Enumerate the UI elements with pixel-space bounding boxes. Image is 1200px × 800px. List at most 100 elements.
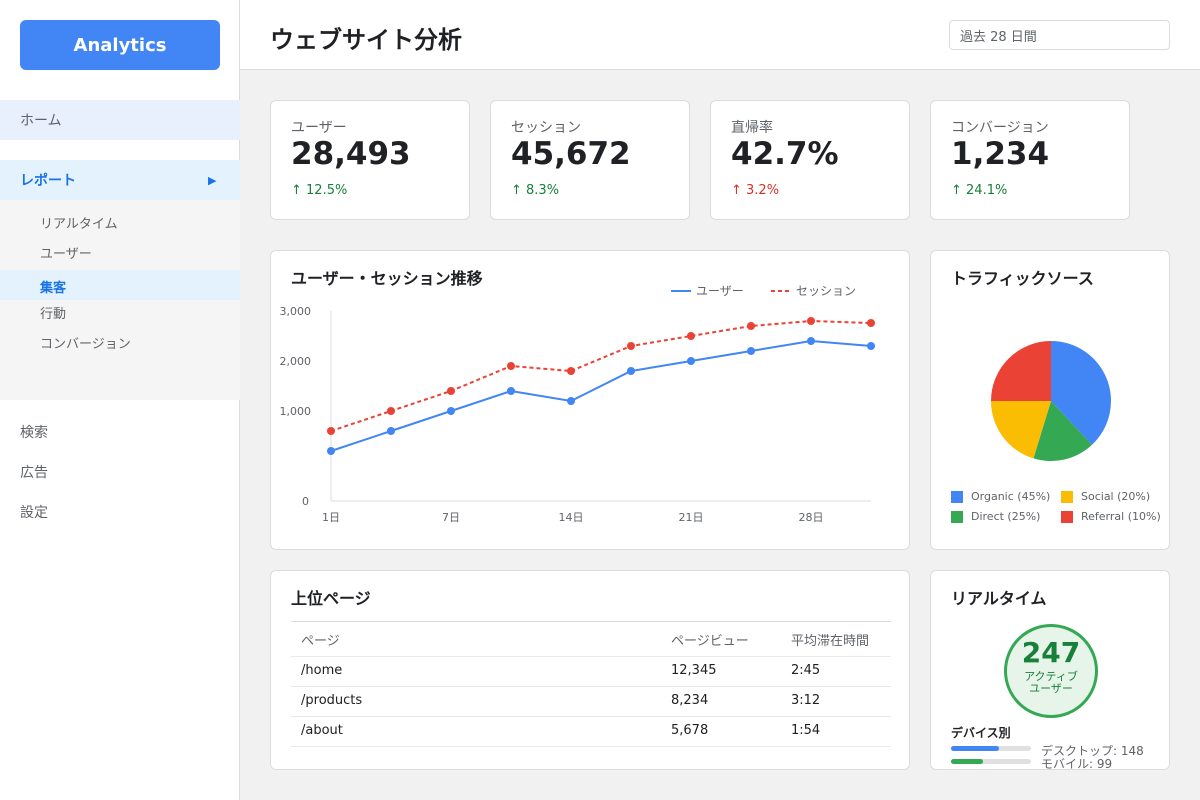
kpi-card-sessions: セッション 45,672 ↑ 8.3% — [490, 100, 690, 220]
legend-item-social: Social (20%) — [1061, 490, 1150, 503]
legend-item-direct: Direct (25%) — [951, 510, 1040, 523]
pie-slice — [991, 341, 1051, 401]
submenu-item-conversion[interactable]: コンバージョン — [40, 333, 131, 352]
x-tick-label: 21日 — [679, 511, 704, 524]
data-point — [807, 317, 815, 325]
data-point — [807, 337, 815, 345]
data-point — [507, 387, 515, 395]
kpi-card-conversions: コンバージョン 1,234 ↑ 24.1% — [930, 100, 1130, 220]
table-row[interactable]: /products 8,234 3:12 — [291, 687, 891, 717]
series-line-1 — [330, 319, 872, 432]
legend-label: セッション — [796, 284, 856, 298]
top-pages-title: 上位ページ — [291, 589, 371, 608]
y-tick-label: 0 — [302, 495, 309, 508]
y-tick-label: 1,000 — [280, 405, 312, 418]
devices-title: デバイス別 — [951, 726, 1011, 740]
data-point — [447, 387, 455, 395]
legend-swatch — [1061, 490, 1073, 503]
device-bar-fill — [951, 759, 983, 764]
x-tick-label: 7日 — [442, 511, 460, 524]
kpi-label: ユーザー — [291, 120, 347, 136]
cell-pageviews: 5,678 — [671, 723, 709, 738]
active-users-label: アクティブ ユーザー — [1007, 671, 1095, 695]
active-users-label-line: ユーザー — [1029, 682, 1073, 695]
kpi-card-users: ユーザー 28,493 ↑ 12.5% — [270, 100, 470, 220]
device-bar-mobile — [951, 759, 1031, 764]
active-users-count: 247 — [1021, 636, 1081, 669]
sidebar-item-home[interactable]: ホーム — [0, 100, 240, 140]
sidebar: Analytics ホーム レポート ▶ リアルタイム ユーザー 集客 行動 コ… — [0, 0, 240, 800]
sidebar-item-label: ホーム — [20, 113, 62, 129]
series-line-0 — [330, 339, 872, 452]
cell-avg-time: 2:45 — [791, 663, 821, 678]
kpi-card-bounce-rate: 直帰率 42.7% ↑ 3.2% — [710, 100, 910, 220]
cell-avg-time: 1:54 — [791, 723, 821, 738]
kpi-value: 42.7% — [731, 136, 839, 172]
x-tick-label: 1日 — [322, 511, 340, 524]
data-point — [507, 362, 515, 370]
data-point — [567, 397, 575, 405]
chevron-right-icon: ▶ — [208, 174, 217, 187]
sidebar-item-settings[interactable]: 設定 — [20, 502, 48, 522]
legend-label: Direct (25%) — [971, 510, 1041, 523]
kpi-label: 直帰率 — [731, 120, 773, 136]
sidebar-item-report[interactable]: レポート ▶ — [0, 160, 240, 200]
sidebar-item-label: レポート — [20, 173, 76, 189]
column-header-page: ページ — [301, 634, 340, 649]
realtime-title: リアルタイム — [951, 589, 1047, 608]
column-header-pageviews: ページビュー — [671, 634, 749, 649]
device-label-mobile: モバイル: 99 — [1041, 757, 1113, 770]
x-tick-label: 14日 — [559, 511, 584, 524]
date-range-input[interactable] — [949, 20, 1170, 50]
data-point — [327, 427, 335, 435]
submenu-item-behavior[interactable]: 行動 — [40, 303, 66, 322]
cell-pageviews: 8,234 — [671, 693, 709, 708]
kpi-delta: ↑ 24.1% — [951, 183, 1008, 198]
legend-label: ユーザー — [696, 284, 744, 298]
submenu-item-acquisition[interactable]: 集客 — [0, 270, 240, 300]
data-point — [627, 342, 635, 350]
data-point — [867, 342, 875, 350]
submenu-item-label: 集客 — [40, 281, 67, 296]
line-chart: 3,000 2,000 1,000 0 1日 7日 14日 21日 28日 ユーザー セッション — [280, 284, 875, 524]
legend-label: Referral (10%) — [1081, 510, 1161, 523]
kpi-value: 28,493 — [291, 136, 411, 172]
kpi-label: セッション — [511, 120, 581, 136]
cell-avg-time: 3:12 — [791, 693, 821, 708]
legend-swatch — [1061, 510, 1073, 523]
data-point — [687, 332, 695, 340]
submenu-item-realtime[interactable]: リアルタイム — [40, 213, 118, 232]
pie-chart — [991, 341, 1111, 462]
data-point — [447, 407, 455, 415]
page-title: ウェブサイト分析 — [270, 26, 462, 54]
report-submenu: リアルタイム ユーザー 集客 行動 コンバージョン — [0, 200, 240, 400]
y-tick-label: 3,000 — [280, 305, 312, 318]
table-header: ページ ページビュー 平均滞在時間 — [291, 621, 891, 657]
active-users-badge: 247 アクティブ ユーザー — [1004, 624, 1098, 718]
y-tick-label: 2,000 — [280, 355, 312, 368]
legend-label: Social (20%) — [1081, 490, 1151, 503]
data-point — [867, 319, 875, 327]
top-pages-card: 上位ページ ページ ページビュー 平均滞在時間 /home 12,345 2:4… — [270, 570, 910, 770]
column-header-avg-time: 平均滞在時間 — [791, 634, 870, 649]
data-point — [327, 447, 335, 455]
data-point — [747, 347, 755, 355]
kpi-value: 1,234 — [951, 136, 1050, 172]
kpi-delta: ↑ 12.5% — [291, 183, 348, 198]
kpi-delta: ↑ 3.2% — [731, 183, 780, 198]
cell-pageviews: 12,345 — [671, 663, 717, 678]
sidebar-item-search[interactable]: 検索 — [20, 422, 48, 442]
legend-item-referral: Referral (10%) — [1061, 510, 1161, 523]
table-row[interactable]: /about 5,678 1:54 — [291, 717, 891, 747]
x-tick-label: 28日 — [799, 511, 824, 524]
table-row[interactable]: /home 12,345 2:45 — [291, 657, 891, 687]
kpi-label: コンバージョン — [951, 120, 1049, 136]
legend-swatch — [951, 510, 963, 523]
legend-label: Organic (45%) — [971, 490, 1051, 503]
analytics-logo-button[interactable]: Analytics — [20, 20, 220, 70]
cell-page: /about — [301, 723, 343, 738]
device-bar-desktop — [951, 746, 1031, 751]
data-point — [387, 427, 395, 435]
sidebar-item-ads[interactable]: 広告 — [20, 462, 48, 482]
submenu-item-users[interactable]: ユーザー — [40, 243, 92, 262]
